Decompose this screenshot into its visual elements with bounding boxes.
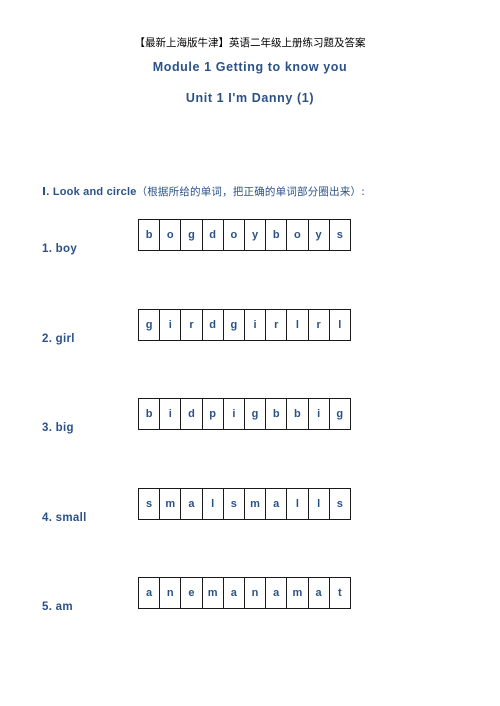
letter-cell[interactable]: r [266, 309, 288, 340]
letter-cell[interactable]: m [287, 578, 309, 608]
letter-cell[interactable]: d [181, 399, 203, 429]
letter-cell[interactable]: b [139, 220, 161, 250]
exercise-number: Ⅰ. [42, 186, 50, 198]
letter-cell[interactable]: a [266, 578, 288, 608]
worksheet-page: 【最新上海版牛津】英语二年级上册练习题及答案 Module 1 Getting … [0, 0, 500, 706]
letter-cell[interactable]: s [139, 488, 161, 519]
letter-cell[interactable]: g [330, 399, 351, 429]
exercise-item-label: 2. girl [42, 332, 75, 345]
letter-cell[interactable]: e [181, 578, 203, 608]
letter-cell[interactable]: y [245, 220, 267, 250]
exercise-row: 2. girl g i r d g i r l r l [0, 307, 500, 367]
letter-cell[interactable]: l [203, 488, 224, 519]
letter-cell[interactable]: l [330, 309, 351, 340]
letter-cell[interactable]: s [330, 220, 351, 250]
letter-cell[interactable]: o [160, 220, 182, 250]
module-title: Module 1 Getting to know you [152, 60, 348, 74]
letter-grid: bogdoyboys [138, 219, 351, 251]
exercise-item-label: 5. am [42, 601, 73, 613]
exercise-item-label: 1. boy [42, 243, 78, 255]
letter-cell[interactable]: g [139, 309, 161, 340]
exercise-instruction: Ⅰ. Look and circle（根据所给的单词，把正确的单词部分圈出来）: [42, 184, 365, 199]
letter-cell[interactable]: d [203, 220, 224, 250]
letter-cell[interactable]: g [224, 309, 245, 340]
letter-cell[interactable]: i [224, 399, 245, 429]
letter-cell[interactable]: b [139, 399, 161, 429]
letter-cell[interactable]: a [309, 578, 330, 608]
letter-cell[interactable]: m [245, 488, 267, 519]
letter-grid: anemanamat [138, 577, 351, 609]
letter-cell[interactable]: i [309, 399, 330, 429]
letter-cell[interactable]: p [203, 399, 224, 429]
letter-grid: girdgirlrl [138, 308, 351, 341]
letter-grid: bidpigbbig [138, 398, 351, 430]
letter-cell[interactable]: r [181, 309, 203, 340]
exercise-row: 1. boy b o g d o y b o y s [0, 217, 500, 277]
letter-cell[interactable]: a [139, 578, 161, 608]
letter-grid: smalsmalls [138, 487, 351, 520]
exercise-row: 5. am a n e m a n a m a t [0, 575, 500, 635]
letter-cell[interactable]: a [181, 488, 203, 519]
letter-cell[interactable]: b [266, 220, 288, 250]
letter-cell[interactable]: i [245, 309, 267, 340]
letter-cell[interactable]: o [287, 220, 309, 250]
exercise-item-label: 3. big [42, 422, 74, 434]
letter-cell[interactable]: r [309, 309, 330, 340]
letter-cell[interactable]: g [245, 399, 267, 429]
letter-cell[interactable]: d [203, 309, 224, 340]
letter-cell[interactable]: i [160, 399, 182, 429]
exercise-item-label: 4. small [42, 511, 87, 524]
letter-cell[interactable]: b [266, 399, 288, 429]
letter-cell[interactable]: i [160, 309, 182, 340]
letter-cell[interactable]: s [224, 488, 245, 519]
unit-title: Unit 1 I'm Danny (1) [185, 91, 315, 105]
letter-cell[interactable]: l [309, 488, 330, 519]
exercise-row: 3. big b i d p i g b b i g [0, 396, 500, 456]
letter-cell[interactable]: s [330, 488, 351, 519]
letter-cell[interactable]: l [287, 488, 309, 519]
letter-cell[interactable]: o [224, 220, 245, 250]
letter-cell[interactable]: b [287, 399, 309, 429]
letter-cell[interactable]: a [224, 578, 245, 608]
letter-cell[interactable]: n [245, 578, 267, 608]
instruction-chinese: （根据所给的单词，把正确的单词部分圈出来）: [136, 186, 365, 198]
letter-cell[interactable]: m [203, 578, 224, 608]
letter-cell[interactable]: m [160, 488, 182, 519]
letter-cell[interactable]: g [181, 220, 203, 250]
letter-cell[interactable]: n [160, 578, 182, 608]
instruction-english: Look and circle [52, 186, 137, 198]
letter-cell[interactable]: l [287, 309, 309, 340]
letter-cell[interactable]: y [309, 220, 330, 250]
letter-cell[interactable]: t [330, 578, 351, 608]
document-header: 【最新上海版牛津】英语二年级上册练习题及答案 [134, 37, 366, 49]
letter-cell[interactable]: a [266, 488, 288, 519]
exercise-row: 4. small s m a l s m a l l s [0, 486, 500, 546]
